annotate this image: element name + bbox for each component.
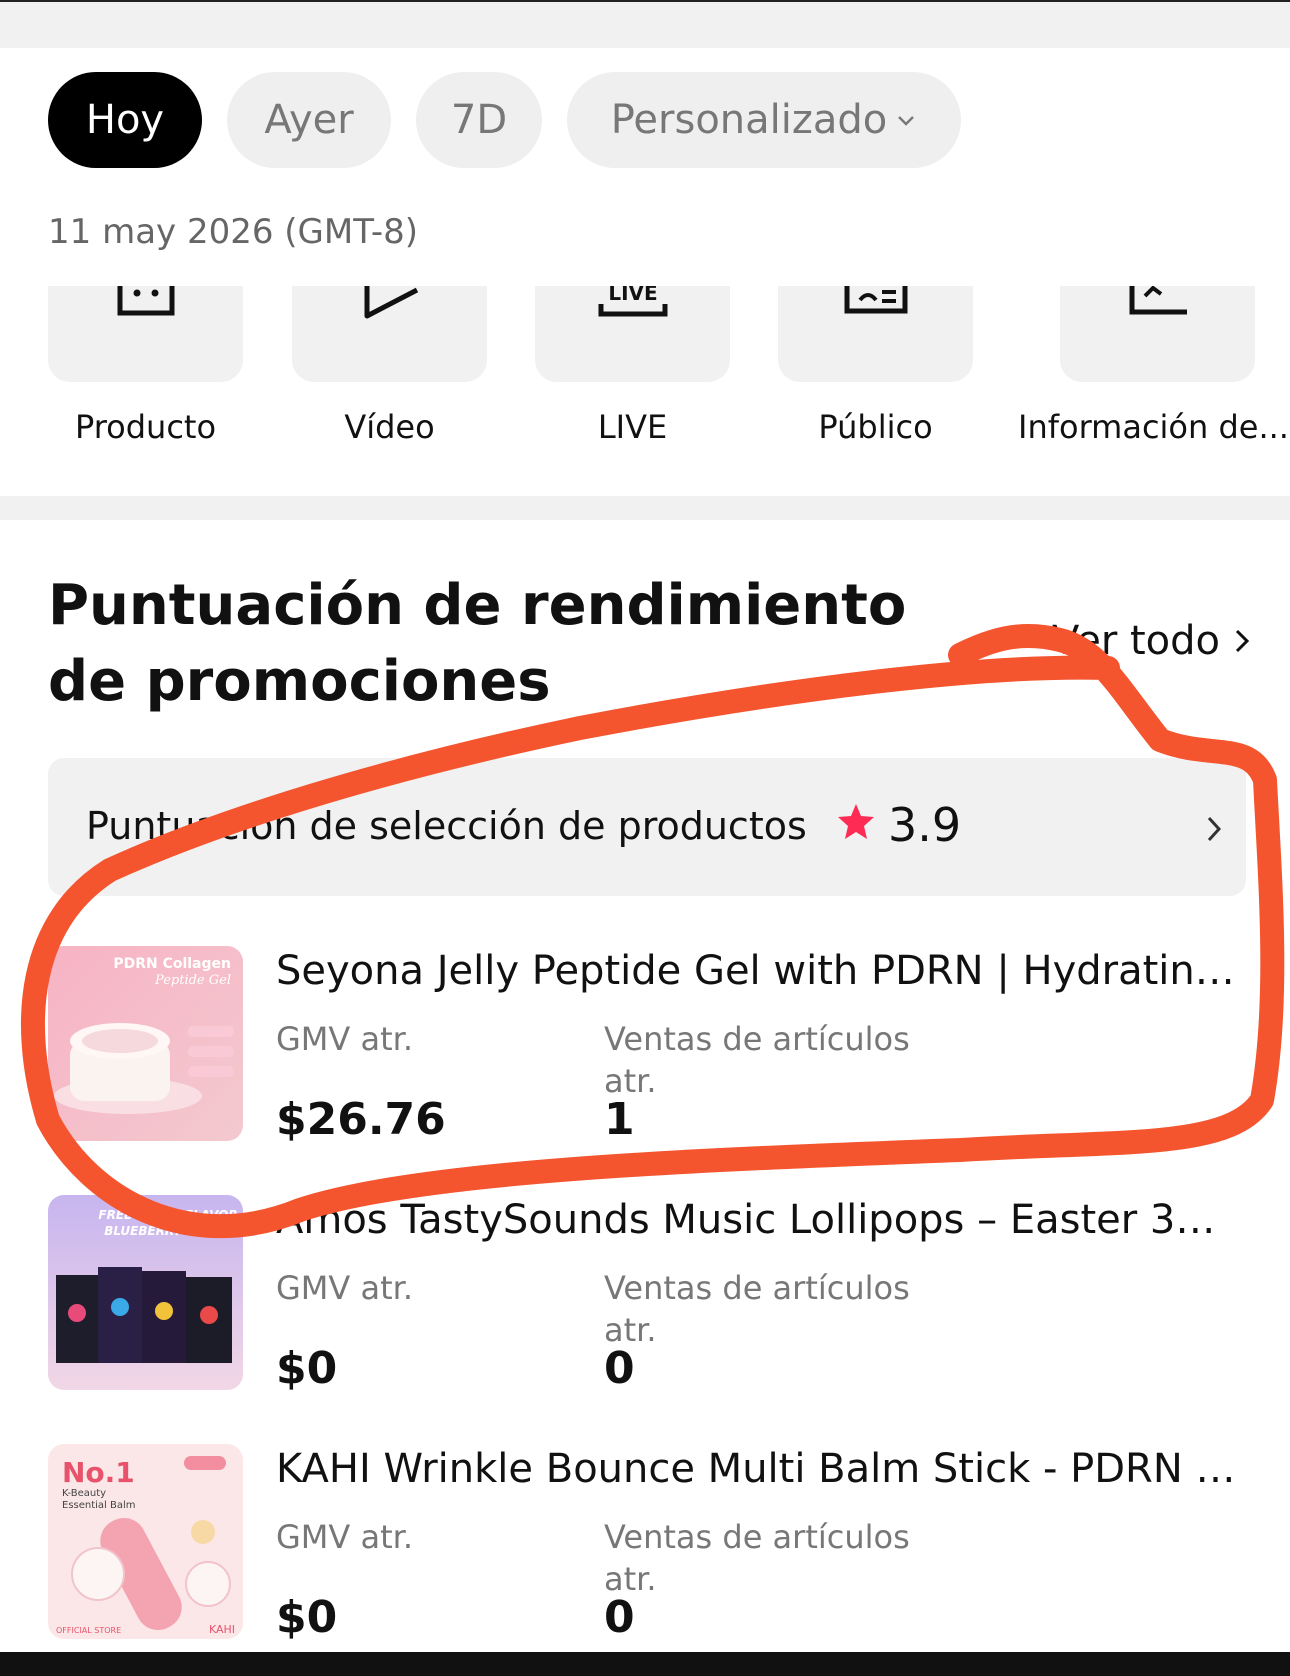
thumb-text: Essential Balm <box>62 1500 136 1511</box>
section-title-line1: Puntuación de rendimiento <box>48 573 907 638</box>
gmv-value: $0 <box>276 1343 338 1394</box>
score-label: Puntuación de selección de productos <box>86 804 807 848</box>
product-name: KAHI Wrinkle Bounce Multi Balm Stick - P… <box>276 1446 1236 1492</box>
tile-label-informacion: Información de... <box>1018 408 1289 446</box>
gmv-label: GMV atr. <box>276 1518 414 1556</box>
play-icon <box>364 286 418 319</box>
gmv-label: GMV atr. <box>276 1269 414 1307</box>
tile-publico[interactable] <box>778 286 973 382</box>
product-name: Seyona Jelly Peptide Gel with PDRN | Hyd… <box>276 948 1236 994</box>
product-row[interactable]: No.1 K-Beauty Essential Balm OFFICIAL ST… <box>48 1444 1248 1644</box>
see-all-link[interactable]: Ver todo <box>1052 618 1250 664</box>
chip-7d[interactable]: 7D <box>416 72 542 168</box>
svg-text:LIVE: LIVE <box>608 286 657 305</box>
section-title-line2: de promociones <box>48 649 551 714</box>
date-filter-chips: Hoy Ayer 7D Personalizado <box>48 72 961 168</box>
sales-value: 1 <box>604 1094 635 1145</box>
section-title: Puntuación de rendimiento de promociones <box>48 568 908 720</box>
chip-personalizado[interactable]: Personalizado <box>567 72 961 168</box>
sales-label: Ventas de artículos atr. <box>604 1020 910 1100</box>
chevron-right-icon <box>1207 816 1222 842</box>
thumb-text: Peptide Gel <box>154 973 231 988</box>
bottom-bar <box>0 1652 1290 1676</box>
chevron-down-icon <box>898 116 915 126</box>
chevron-right-icon <box>1235 629 1250 653</box>
thumb-text: No.1 <box>62 1456 135 1489</box>
product-selection-score-row[interactable]: Puntuación de selección de productos <box>48 758 1246 896</box>
audience-card-icon <box>844 286 907 314</box>
product-name: Amos TastySounds Music Lollipops – Easte… <box>276 1197 1236 1243</box>
tile-label-producto: Producto <box>74 408 217 446</box>
date-range-text: 11 may 2026 (GMT-8) <box>48 212 419 252</box>
thumb-text: PDRN Collagen <box>113 956 231 972</box>
product-row[interactable]: PDRN Collagen Peptide Gel Seyona Jelly P… <box>48 946 1248 1146</box>
chip-ayer[interactable]: Ayer <box>227 72 391 168</box>
thumb-text: OFFICIAL STORE <box>56 1626 121 1635</box>
thumb-text: FREE EXTRA FLAVOR <box>98 1208 237 1222</box>
tile-label-publico: Público <box>818 408 933 446</box>
tile-label-video: Vídeo <box>344 408 435 446</box>
product-thumbnail: FREE EXTRA FLAVOR BLUEBERRY INSIDE <box>48 1195 243 1390</box>
live-icon: LIVE <box>598 286 667 317</box>
shop-bag-icon <box>117 286 174 316</box>
insights-chart-icon <box>1129 286 1187 315</box>
thumb-text: BLUEBERRY INSIDE <box>104 1224 232 1238</box>
product-row[interactable]: FREE EXTRA FLAVOR BLUEBERRY INSIDE Amos … <box>48 1195 1248 1395</box>
gmv-value: $0 <box>276 1592 338 1643</box>
see-all-label: Ver todo <box>1051 618 1220 664</box>
star-icon <box>838 804 874 839</box>
tile-informacion[interactable] <box>1060 286 1255 382</box>
sales-value: 0 <box>604 1343 635 1394</box>
sales-label: Ventas de artículos atr. <box>604 1269 910 1349</box>
thumb-text: KAHI <box>209 1623 235 1636</box>
sales-value: 0 <box>604 1592 635 1643</box>
chip-hoy[interactable]: Hoy <box>48 72 202 168</box>
category-tiles: LIVE Producto Vídeo LIVE Público Informa… <box>0 286 1290 456</box>
tile-label-live: LIVE <box>597 408 668 446</box>
gmv-label: GMV atr. <box>276 1020 414 1058</box>
sales-label: Ventas de artículos atr. <box>604 1518 910 1598</box>
chip-personalizado-label: Personalizado <box>610 97 888 143</box>
tile-producto[interactable] <box>48 286 243 382</box>
thumb-text: K-Beauty <box>62 1488 106 1499</box>
gmv-value: $26.76 <box>276 1094 446 1145</box>
product-thumbnail: No.1 K-Beauty Essential Balm OFFICIAL ST… <box>48 1444 243 1639</box>
tile-video[interactable] <box>292 286 487 382</box>
top-strip <box>0 0 1290 48</box>
product-thumbnail: PDRN Collagen Peptide Gel <box>48 946 243 1141</box>
section-divider <box>0 496 1290 520</box>
score-value: 3.9 <box>888 798 962 852</box>
tile-live[interactable]: LIVE <box>535 286 730 382</box>
